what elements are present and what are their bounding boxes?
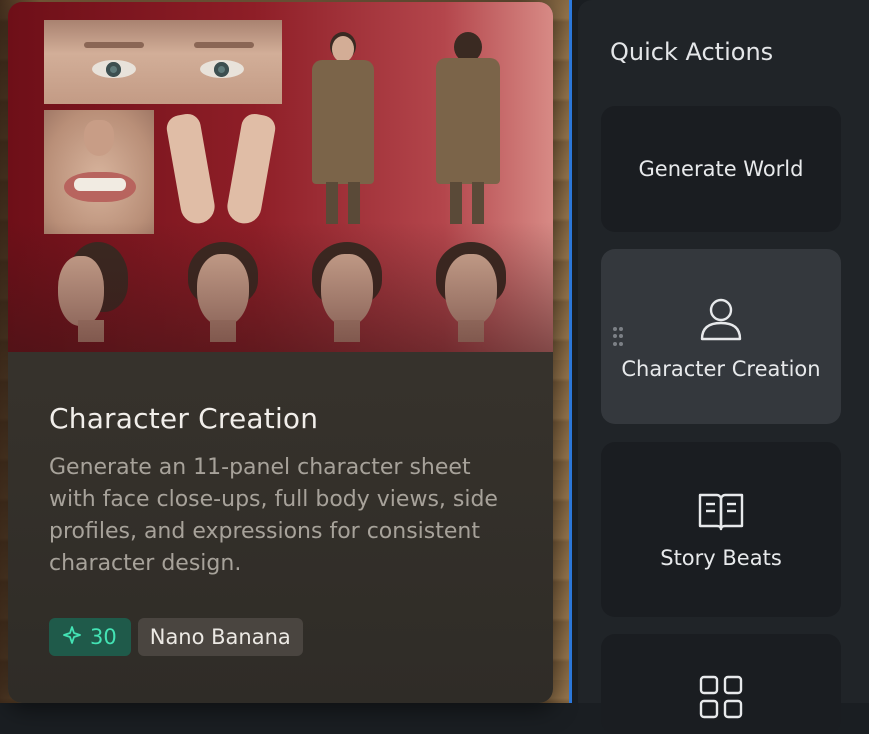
quick-action-label: Generate World <box>638 157 804 181</box>
full-body-front <box>308 32 378 232</box>
card-badges: 30 Nano Banana <box>49 618 303 656</box>
quick-action-story-beats[interactable]: Story Beats <box>601 442 841 617</box>
mouth-closeup <box>44 110 154 234</box>
model-badge: Nano Banana <box>137 618 303 656</box>
quick-action-grid[interactable] <box>601 634 841 734</box>
grid-icon <box>698 674 744 720</box>
face-front-3 <box>436 242 506 342</box>
credits-value: 30 <box>90 625 117 649</box>
selection-border <box>569 0 572 703</box>
quick-actions-panel: Quick Actions Generate World Character C… <box>578 0 869 734</box>
character-sheet-preview-image <box>8 2 553 352</box>
book-icon <box>697 490 745 532</box>
quick-action-character-creation[interactable]: Character Creation <box>601 249 841 424</box>
card-title: Character Creation <box>49 402 319 435</box>
face-front-1 <box>188 242 258 342</box>
face-front-2 <box>312 242 382 342</box>
credits-badge: 30 <box>49 618 131 656</box>
side-profile <box>56 242 128 342</box>
eyes-closeup <box>44 20 282 104</box>
quick-action-label: Story Beats <box>660 545 782 570</box>
user-icon <box>696 293 746 343</box>
card-description: Generate an 11-panel character sheet wit… <box>49 455 498 576</box>
quick-action-generate-world[interactable]: Generate World <box>601 106 841 232</box>
quick-action-label: Character Creation <box>621 356 821 381</box>
sparkle-icon <box>63 625 81 649</box>
quick-actions-title: Quick Actions <box>610 38 774 66</box>
character-creation-preview-card: Character Creation Generate an 11-panel … <box>8 2 553 703</box>
drag-handle-icon[interactable] <box>613 327 623 347</box>
full-body-back <box>432 32 502 232</box>
hands-closeup <box>164 110 282 234</box>
